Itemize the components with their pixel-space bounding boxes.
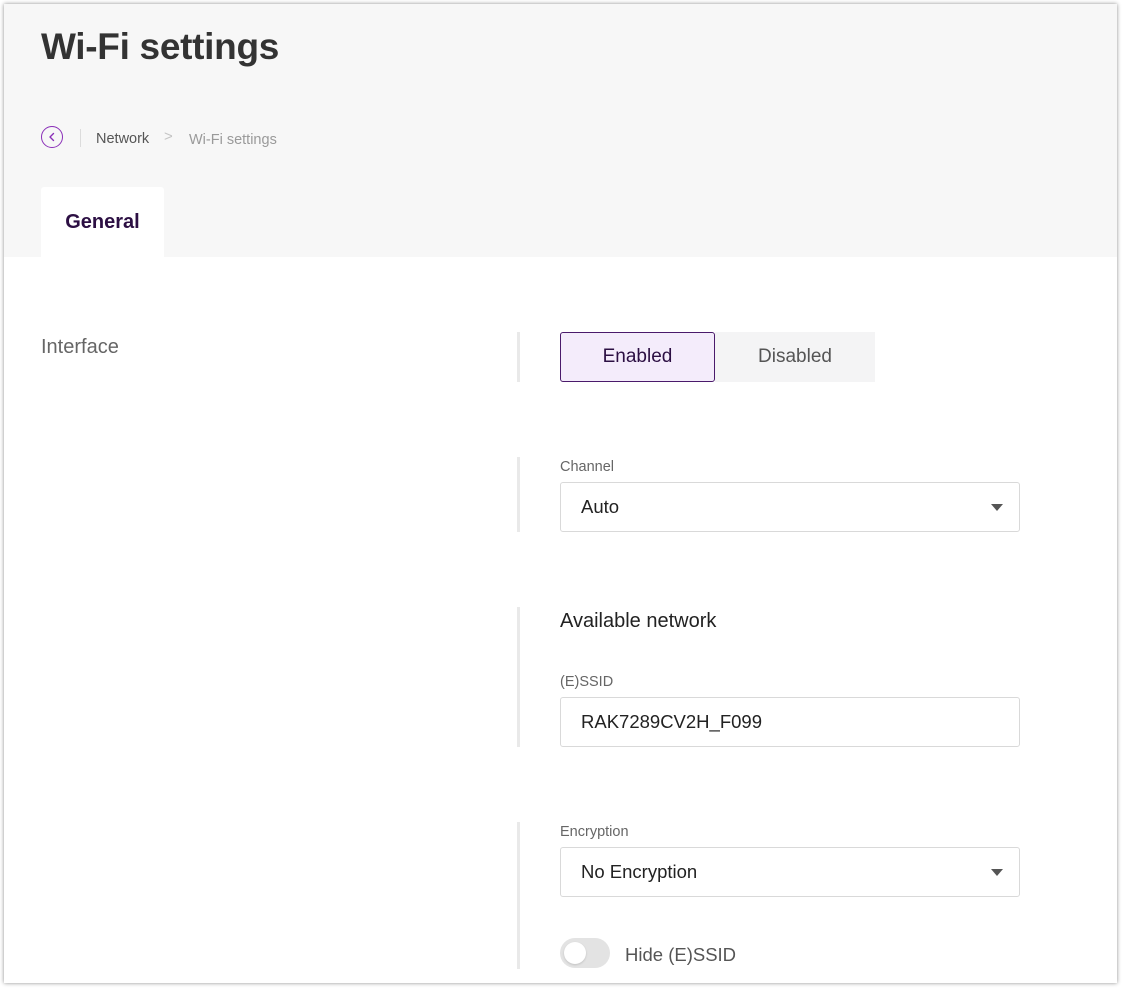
interface-label: Interface (41, 336, 119, 358)
page-header: Wi-Fi settings Network > Wi-Fi settings … (4, 4, 1117, 257)
interface-disabled-button[interactable]: Disabled (715, 332, 875, 382)
breadcrumb-divider (80, 129, 81, 147)
encryption-select[interactable]: No Encryption (560, 847, 1020, 897)
hide-essid-toggle[interactable] (560, 938, 610, 968)
tab-general[interactable]: General (41, 187, 164, 257)
section-divider-channel (517, 457, 520, 532)
encryption-value: No Encryption (581, 861, 698, 882)
app-window: Wi-Fi settings Network > Wi-Fi settings … (4, 4, 1117, 983)
caret-down-icon (991, 504, 1003, 511)
hide-essid-label: Hide (E)SSID (625, 944, 737, 965)
breadcrumb-separator-icon: > (164, 128, 173, 145)
caret-down-icon (991, 869, 1003, 876)
section-divider-interface (517, 332, 520, 382)
essid-input[interactable]: RAK7289CV2H_F099 (560, 697, 1020, 747)
breadcrumb-network-link[interactable]: Network (96, 131, 149, 147)
encryption-label: Encryption (560, 824, 629, 840)
interface-enabled-button[interactable]: Enabled (560, 332, 715, 382)
essid-value: RAK7289CV2H_F099 (581, 711, 762, 732)
essid-label: (E)SSID (560, 674, 614, 690)
section-divider-network (517, 607, 520, 747)
available-network-heading: Available network (560, 610, 717, 632)
chevron-left-icon (49, 132, 55, 142)
channel-label: Channel (560, 459, 615, 475)
section-divider-encryption (517, 822, 520, 969)
channel-select[interactable]: Auto (560, 482, 1020, 532)
page-title: Wi-Fi settings (41, 26, 280, 67)
breadcrumb-current: Wi-Fi settings (189, 132, 277, 148)
toggle-knob (564, 942, 586, 964)
back-button[interactable] (41, 126, 63, 148)
channel-value: Auto (581, 496, 620, 517)
